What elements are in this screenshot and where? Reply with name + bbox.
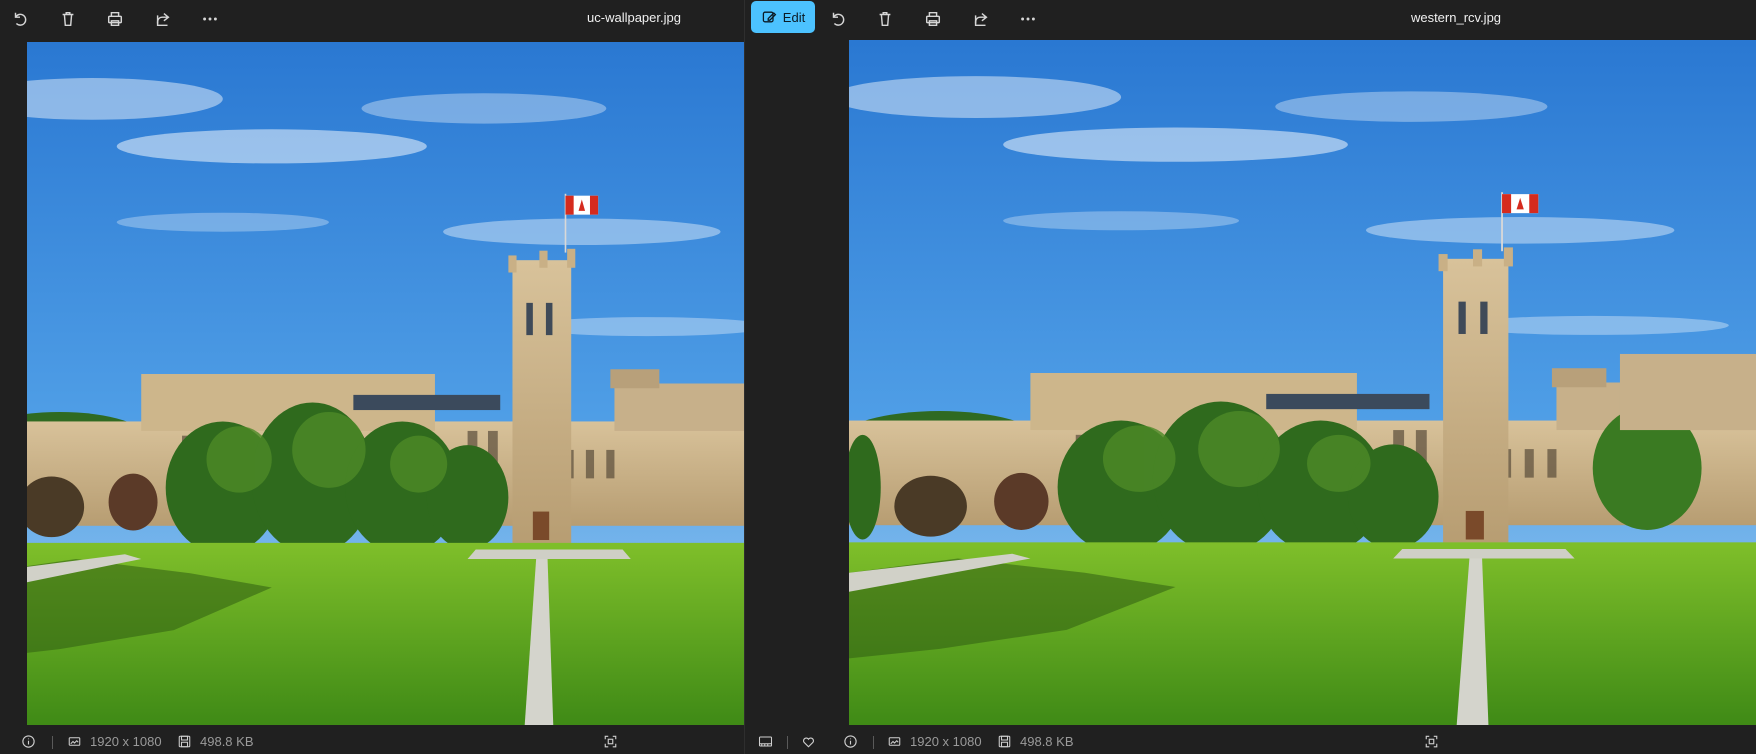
more-icon[interactable] <box>1010 4 1046 34</box>
campus-photo <box>849 40 1756 725</box>
separator <box>873 736 874 749</box>
file-title: uc-wallpaper.jpg <box>587 10 681 25</box>
dimensions: 1920 x 1080 <box>886 733 982 749</box>
file-size: 498.8 KB <box>176 733 254 749</box>
left-photo-viewer: uc-wallpaper.jpg 1920 x 1080 498.8 KB <box>0 0 745 754</box>
info-icon[interactable] <box>20 733 36 749</box>
right-toolbar: Edit western_rcv.jpg <box>745 0 1756 38</box>
rotate-icon[interactable] <box>2 4 38 34</box>
save-icon <box>176 733 192 749</box>
image-size-icon <box>66 733 82 749</box>
rotate-icon[interactable] <box>820 4 856 34</box>
separator <box>52 736 53 749</box>
separator <box>787 736 788 749</box>
filmstrip-icon[interactable] <box>757 733 773 749</box>
save-icon <box>996 733 1012 749</box>
favorite-icon[interactable] <box>800 733 816 749</box>
dimensions-value: 1920 x 1080 <box>90 733 162 749</box>
print-icon[interactable] <box>915 4 951 34</box>
file-size-value: 498.8 KB <box>1020 733 1074 749</box>
campus-photo <box>27 42 745 725</box>
dimensions: 1920 x 1080 <box>66 733 162 749</box>
share-icon[interactable] <box>963 4 999 34</box>
share-icon[interactable] <box>145 4 181 34</box>
delete-icon[interactable] <box>50 4 86 34</box>
edit-label: Edit <box>782 9 806 25</box>
fit-to-window-icon[interactable] <box>1423 733 1439 749</box>
file-size-value: 498.8 KB <box>200 733 254 749</box>
right-photo-viewer: Edit western_rcv.jpg 1920 x 1080 498.8 K… <box>745 0 1756 754</box>
more-icon[interactable] <box>192 4 228 34</box>
photo-image <box>27 42 745 725</box>
image-size-icon <box>886 733 902 749</box>
dimensions-value: 1920 x 1080 <box>910 733 982 749</box>
file-size: 498.8 KB <box>996 733 1074 749</box>
print-icon[interactable] <box>97 4 133 34</box>
delete-icon[interactable] <box>867 4 903 34</box>
file-title: western_rcv.jpg <box>1410 10 1502 25</box>
photo-image <box>849 40 1756 725</box>
info-icon[interactable] <box>842 733 858 749</box>
right-status-bar: 1920 x 1080 498.8 KB <box>745 730 1756 754</box>
fit-to-window-icon[interactable] <box>602 733 618 749</box>
left-status-bar: 1920 x 1080 498.8 KB <box>0 730 745 754</box>
left-toolbar: uc-wallpaper.jpg <box>0 0 745 38</box>
edit-button[interactable]: Edit <box>751 1 815 33</box>
edit-icon <box>762 11 777 23</box>
